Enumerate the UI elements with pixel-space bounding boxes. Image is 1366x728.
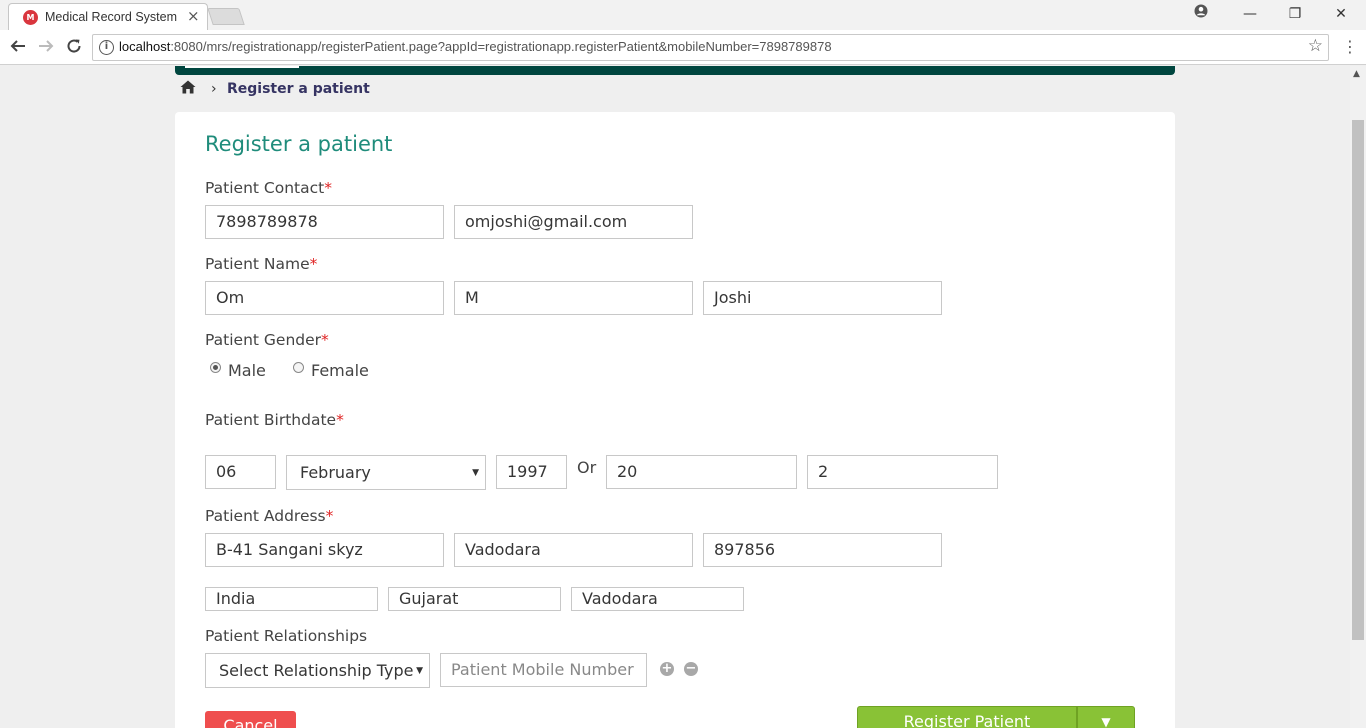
gender-male-label[interactable]: Male [228,361,266,380]
chevron-down-icon: ▼ [416,666,423,676]
back-arrow-icon[interactable] [8,37,28,57]
site-info-icon[interactable]: i [99,40,114,55]
scrollbar-thumb[interactable] [1352,120,1364,640]
gender-female-radio[interactable] [293,362,304,373]
name-label: Patient Name* [205,255,318,273]
page-viewport: › Register a patient Register a patient … [0,66,1350,728]
mobile-number-input[interactable]: 7898789878 [205,205,444,239]
chevron-down-icon: ▼ [472,468,479,478]
new-tab-button[interactable] [207,8,245,25]
page-scrollbar[interactable]: ▲ [1350,66,1366,728]
or-label: Or [577,458,597,477]
minimize-button[interactable]: — [1235,4,1265,24]
district-input[interactable]: Vadodara [571,587,744,611]
email-input[interactable]: omjoshi@gmail.com [454,205,693,239]
browser-toolbar: i localhost:8080/mrs/registrationapp/reg… [0,30,1366,65]
address-bar[interactable]: i localhost:8080/mrs/registrationapp/reg… [92,34,1329,61]
middle-name-input[interactable]: M [454,281,693,315]
birth-day-input[interactable]: 06 [205,455,276,489]
home-icon[interactable] [180,80,196,98]
last-name-input[interactable]: Joshi [703,281,942,315]
address-line-input[interactable]: B-41 Sangani skyz [205,533,444,567]
birth-year-input[interactable]: 1997 [496,455,567,489]
relationship-type-value: Select Relationship Type [219,661,414,680]
browser-tab[interactable]: M Medical Record System × [8,3,208,30]
required-mark: * [324,179,332,197]
pincode-input[interactable]: 897856 [703,533,942,567]
age-years-input[interactable]: 20 [606,455,797,489]
header-active-tab-indicator [185,66,299,68]
required-mark: * [309,255,318,273]
gender-female-label[interactable]: Female [311,361,369,380]
register-options-dropdown[interactable]: ▼ [1077,706,1135,728]
relationships-label: Patient Relationships [205,627,368,645]
first-name-input[interactable]: Om [205,281,444,315]
state-input[interactable]: Gujarat [388,587,561,611]
forward-arrow-icon[interactable] [36,37,56,57]
browser-menu-icon[interactable]: ⋮ [1342,38,1358,58]
gender-male-radio[interactable] [210,362,221,373]
bookmark-star-icon[interactable]: ☆ [1308,36,1323,56]
birthdate-label: Patient Birthdate* [205,411,344,429]
account-icon[interactable] [1186,4,1216,24]
tab-title: Medical Record System [45,10,177,24]
restore-button[interactable]: ❐ [1280,4,1310,24]
required-mark: * [321,331,329,349]
country-input[interactable]: India [205,587,378,611]
register-patient-card: Register a patient Patient Contact* 7898… [175,112,1175,728]
relationship-mobile-input[interactable]: Patient Mobile Number [440,653,647,687]
app-header-bar [175,66,1175,75]
reload-icon[interactable] [64,37,84,57]
scroll-up-icon[interactable]: ▲ [1353,69,1360,79]
city-input[interactable]: Vadodara [454,533,693,567]
app-favicon-icon: M [23,10,38,25]
add-relationship-icon[interactable]: + [660,662,674,676]
cancel-button[interactable]: Cancel [205,711,296,728]
page-title: Register a patient [205,132,393,156]
tab-close-icon[interactable]: × [187,7,200,25]
birth-month-value: February [300,463,371,482]
address-url: localhost:8080/mrs/registrationapp/regis… [119,39,832,54]
address-label: Patient Address* [205,507,334,525]
breadcrumb-current: Register a patient [227,81,370,97]
birth-month-select[interactable]: February ▼ [286,455,486,490]
contact-label: Patient Contact* [205,179,332,197]
relationship-type-select[interactable]: Select Relationship Type ▼ [205,653,430,688]
gender-label: Patient Gender* [205,331,329,349]
required-mark: * [336,411,344,429]
age-months-input[interactable]: 2 [807,455,998,489]
required-mark: * [325,507,334,525]
remove-relationship-icon[interactable]: − [684,662,698,676]
register-patient-button[interactable]: Register Patient [857,706,1077,728]
close-window-button[interactable]: ✕ [1326,4,1356,24]
breadcrumb-separator-icon: › [211,81,217,97]
caret-down-icon: ▼ [1101,715,1111,728]
browser-tabstrip: M Medical Record System × — ❐ ✕ [0,0,1366,30]
